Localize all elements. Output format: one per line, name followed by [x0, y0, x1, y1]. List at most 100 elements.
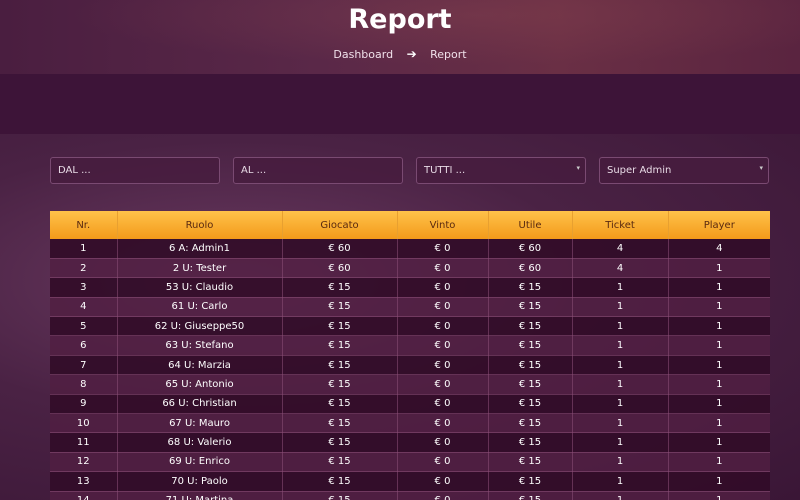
table-row[interactable]: 10 67 U: Mauro € 15 € 0 € 15 1 1: [50, 413, 770, 434]
cell-vinto: € 0: [397, 452, 489, 473]
cell-ruolo: 69 U: Enrico: [117, 452, 283, 473]
table-row[interactable]: 16 A: Admin1 € 60 € 0 € 60 4 4: [50, 239, 770, 259]
cell-nr: 13: [50, 471, 118, 492]
cell-utile: € 15: [488, 316, 573, 337]
cell-utile: € 15: [488, 374, 573, 395]
cell-utile: € 15: [488, 471, 573, 492]
table-row[interactable]: 6 63 U: Stefano € 15 € 0 € 15 1 1: [50, 335, 770, 356]
cell-nr: 9: [50, 394, 118, 415]
table-row[interactable]: 22 U: Tester € 60 € 0 € 60 4 1: [50, 258, 770, 279]
cell-vinto: € 0: [397, 471, 489, 492]
cell-vinto: € 0: [397, 258, 489, 279]
cell-nr: 4: [50, 297, 118, 318]
cell-nr: 14: [50, 491, 118, 500]
cell-ruolo: 2 U: Tester: [117, 258, 283, 279]
table-row[interactable]: 8 65 U: Antonio € 15 € 0 € 15 1 1: [50, 374, 770, 395]
cell-player: 1: [668, 413, 770, 434]
cell-giocato: € 15: [282, 394, 398, 415]
cell-giocato: € 15: [282, 277, 398, 298]
cell-ruolo: 71 U: Martina: [117, 491, 283, 500]
cell-giocato: € 15: [282, 316, 398, 337]
column-header-giocato[interactable]: Giocato: [282, 211, 398, 239]
cell-nr: 1: [50, 239, 118, 259]
cell-player: 1: [668, 452, 770, 473]
cell-utile: € 60: [488, 239, 573, 259]
role-select[interactable]: Super Admin ▾: [599, 157, 769, 184]
type-select[interactable]: TUTTI ... ▾: [416, 157, 586, 184]
cell-giocato: € 15: [282, 374, 398, 395]
table-row[interactable]: 9 66 U: Christian € 15 € 0 € 15 1 1: [50, 394, 770, 415]
report-table: Nr. Ruolo Giocato Vinto Utile Ticket Pla…: [50, 211, 770, 500]
cell-ruolo: 70 U: Paolo: [117, 471, 283, 492]
cell-nr: 3: [50, 277, 118, 298]
cell-player: 1: [668, 277, 770, 298]
cell-player: 1: [668, 394, 770, 415]
table-row[interactable]: 4 61 U: Carlo € 15 € 0 € 15 1 1: [50, 297, 770, 318]
cell-vinto: € 0: [397, 335, 489, 356]
cell-vinto: € 0: [397, 277, 489, 298]
cell-ticket: 1: [572, 277, 669, 298]
cell-ruolo: 61 U: Carlo: [117, 297, 283, 318]
date-from-input[interactable]: DAL ...: [50, 157, 220, 184]
cell-utile: € 60: [488, 258, 573, 279]
page-title: Report: [348, 4, 452, 35]
cell-giocato: € 15: [282, 297, 398, 318]
cell-ticket: 1: [572, 471, 669, 492]
cell-utile: € 15: [488, 394, 573, 415]
cell-player: 1: [668, 316, 770, 337]
cell-ruolo: 6 A: Admin1: [117, 239, 283, 259]
cell-utile: € 15: [488, 335, 573, 356]
column-header-nr[interactable]: Nr.: [50, 211, 118, 239]
table-row[interactable]: 1471 U: Martina€ 15€ 0€ 1511: [50, 491, 770, 500]
cell-player: 1: [668, 258, 770, 279]
cell-vinto: € 0: [397, 355, 489, 376]
cell-ruolo: 66 U: Christian: [117, 394, 283, 415]
cell-vinto: € 0: [397, 316, 489, 337]
cell-nr: 6: [50, 335, 118, 356]
cell-vinto: € 0: [397, 413, 489, 434]
arrow-right-icon: ➔: [406, 47, 417, 61]
table-row[interactable]: 7 64 U: Marzia € 15 € 0 € 15 1 1: [50, 355, 770, 376]
date-to-input[interactable]: AL ...: [233, 157, 403, 184]
table-row[interactable]: 13 70 U: Paolo € 15 € 0 € 15 1 1: [50, 471, 770, 492]
cell-vinto: € 0: [397, 297, 489, 318]
column-header-ruolo[interactable]: Ruolo: [117, 211, 283, 239]
chevron-down-icon: ▾: [576, 164, 580, 172]
table-row[interactable]: 5 62 U: Giuseppe50 € 15 € 0 € 15 1 1: [50, 316, 770, 337]
cell-nr: 5: [50, 316, 118, 337]
cell-ticket: 1: [572, 432, 669, 453]
table-row[interactable]: 11 68 U: Valerio € 15 € 0 € 15 1 1: [50, 432, 770, 453]
cell-utile: € 15: [488, 413, 573, 434]
table-row[interactable]: 12 69 U: Enrico € 15 € 0 € 15 1 1: [50, 452, 770, 473]
column-header-ticket[interactable]: Ticket: [572, 211, 669, 239]
column-header-vinto[interactable]: Vinto: [397, 211, 489, 239]
cell-nr: 10: [50, 413, 118, 434]
cell-utile: € 15: [488, 491, 573, 500]
cell-nr: 8: [50, 374, 118, 395]
cell-vinto: € 0: [397, 394, 489, 415]
cell-ticket: 1: [572, 413, 669, 434]
cell-giocato: € 15: [282, 452, 398, 473]
column-header-utile[interactable]: Utile: [488, 211, 573, 239]
breadcrumb: Dashboard ➔ Report: [0, 47, 800, 61]
cell-giocato: € 15: [282, 413, 398, 434]
cell-ticket: 1: [572, 316, 669, 337]
cell-player: 1: [668, 335, 770, 356]
table-header-row: Nr. Ruolo Giocato Vinto Utile Ticket Pla…: [50, 211, 770, 239]
cell-ticket: 1: [572, 297, 669, 318]
table-row[interactable]: 3 53 U: Claudio € 15 € 0 € 15 1 1: [50, 277, 770, 298]
cell-ruolo: 67 U: Mauro: [117, 413, 283, 434]
cell-nr: 12: [50, 452, 118, 473]
cell-utile: € 15: [488, 355, 573, 376]
cell-vinto: € 0: [397, 239, 489, 259]
breadcrumb-dashboard-link[interactable]: Dashboard: [333, 48, 393, 61]
cell-vinto: € 0: [397, 491, 489, 500]
cell-ruolo: 63 U: Stefano: [117, 335, 283, 356]
type-select-value: TUTTI ...: [424, 165, 466, 176]
cell-ruolo: 64 U: Marzia: [117, 355, 283, 376]
cell-utile: € 15: [488, 452, 573, 473]
cell-ticket: 1: [572, 394, 669, 415]
column-header-player[interactable]: Player: [668, 211, 770, 239]
cell-ticket: 1: [572, 452, 669, 473]
cell-ticket: 1: [572, 374, 669, 395]
